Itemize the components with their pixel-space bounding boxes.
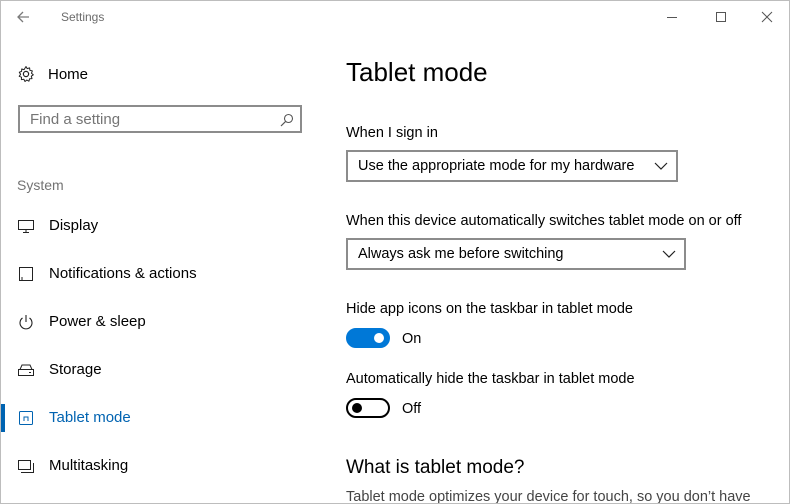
sidebar-item-tablet-mode[interactable]: Tablet mode — [1, 400, 321, 436]
sidebar-item-label: Power & sleep — [49, 313, 146, 330]
storage-icon — [18, 364, 34, 376]
search-icon[interactable] — [280, 113, 294, 127]
hide-taskbar-state: Off — [402, 401, 422, 417]
maximize-icon — [716, 12, 726, 22]
window-title: Settings — [61, 10, 105, 24]
sidebar-item-label: Multitasking — [49, 457, 129, 474]
sign-in-label: When I sign in — [346, 125, 438, 141]
toggle-knob — [352, 403, 362, 413]
sidebar-item-label: Display — [49, 217, 99, 234]
sidebar-item-label: Storage — [49, 361, 102, 378]
minimize-icon — [667, 17, 677, 18]
power-icon — [19, 315, 33, 330]
sidebar-item-power-sleep[interactable]: Power & sleep — [1, 304, 321, 340]
sidebar-item-notifications[interactable]: Notifications & actions — [1, 256, 321, 292]
hide-taskbar-toggle[interactable] — [346, 398, 390, 418]
sidebar-item-multitasking[interactable]: Multitasking — [1, 448, 321, 484]
sidebar-item-label: Tablet mode — [49, 409, 131, 426]
sidebar-item-label: Notifications & actions — [49, 265, 197, 282]
multitasking-icon — [18, 460, 34, 473]
system-section-label: System — [17, 177, 64, 193]
close-button[interactable] — [756, 7, 778, 27]
minimize-button[interactable] — [661, 7, 683, 27]
maximize-button[interactable] — [710, 7, 732, 27]
sign-in-dropdown[interactable]: Use the appropriate mode for my hardware — [346, 150, 678, 182]
chevron-down-icon — [662, 250, 676, 258]
toggle-knob — [374, 333, 384, 343]
monitor-icon — [18, 220, 34, 233]
back-button[interactable] — [13, 7, 35, 27]
search-input[interactable] — [20, 107, 280, 131]
chevron-down-icon — [654, 162, 668, 170]
home-link[interactable]: Home — [17, 63, 217, 85]
active-indicator — [1, 404, 5, 432]
notification-icon — [19, 267, 33, 281]
sidebar-item-display[interactable]: Display — [1, 208, 321, 244]
page-title: Tablet mode — [346, 57, 488, 87]
back-arrow-icon — [17, 11, 29, 23]
settings-window: Settings Home System — [0, 0, 790, 504]
info-text: Tablet mode optimizes your device for to… — [346, 489, 751, 504]
tablet-icon — [19, 411, 33, 425]
hide-icons-state: On — [402, 331, 422, 347]
hide-icons-toggle[interactable] — [346, 328, 390, 348]
hide-icons-label: Hide app icons on the taskbar in tablet … — [346, 301, 633, 317]
auto-switch-dropdown[interactable]: Always ask me before switching — [346, 238, 686, 270]
gear-icon — [18, 66, 34, 82]
hide-taskbar-label: Automatically hide the taskbar in tablet… — [346, 371, 635, 387]
sidebar-item-storage[interactable]: Storage — [1, 352, 321, 388]
auto-switch-dropdown-value: Always ask me before switching — [358, 246, 564, 262]
auto-switch-label: When this device automatically switches … — [346, 213, 742, 229]
home-label: Home — [48, 66, 89, 83]
sign-in-dropdown-value: Use the appropriate mode for my hardware — [358, 158, 635, 174]
info-heading: What is tablet mode? — [346, 457, 525, 478]
search-box[interactable] — [18, 105, 302, 133]
title-bar: Settings — [1, 1, 789, 33]
close-icon — [761, 11, 773, 23]
